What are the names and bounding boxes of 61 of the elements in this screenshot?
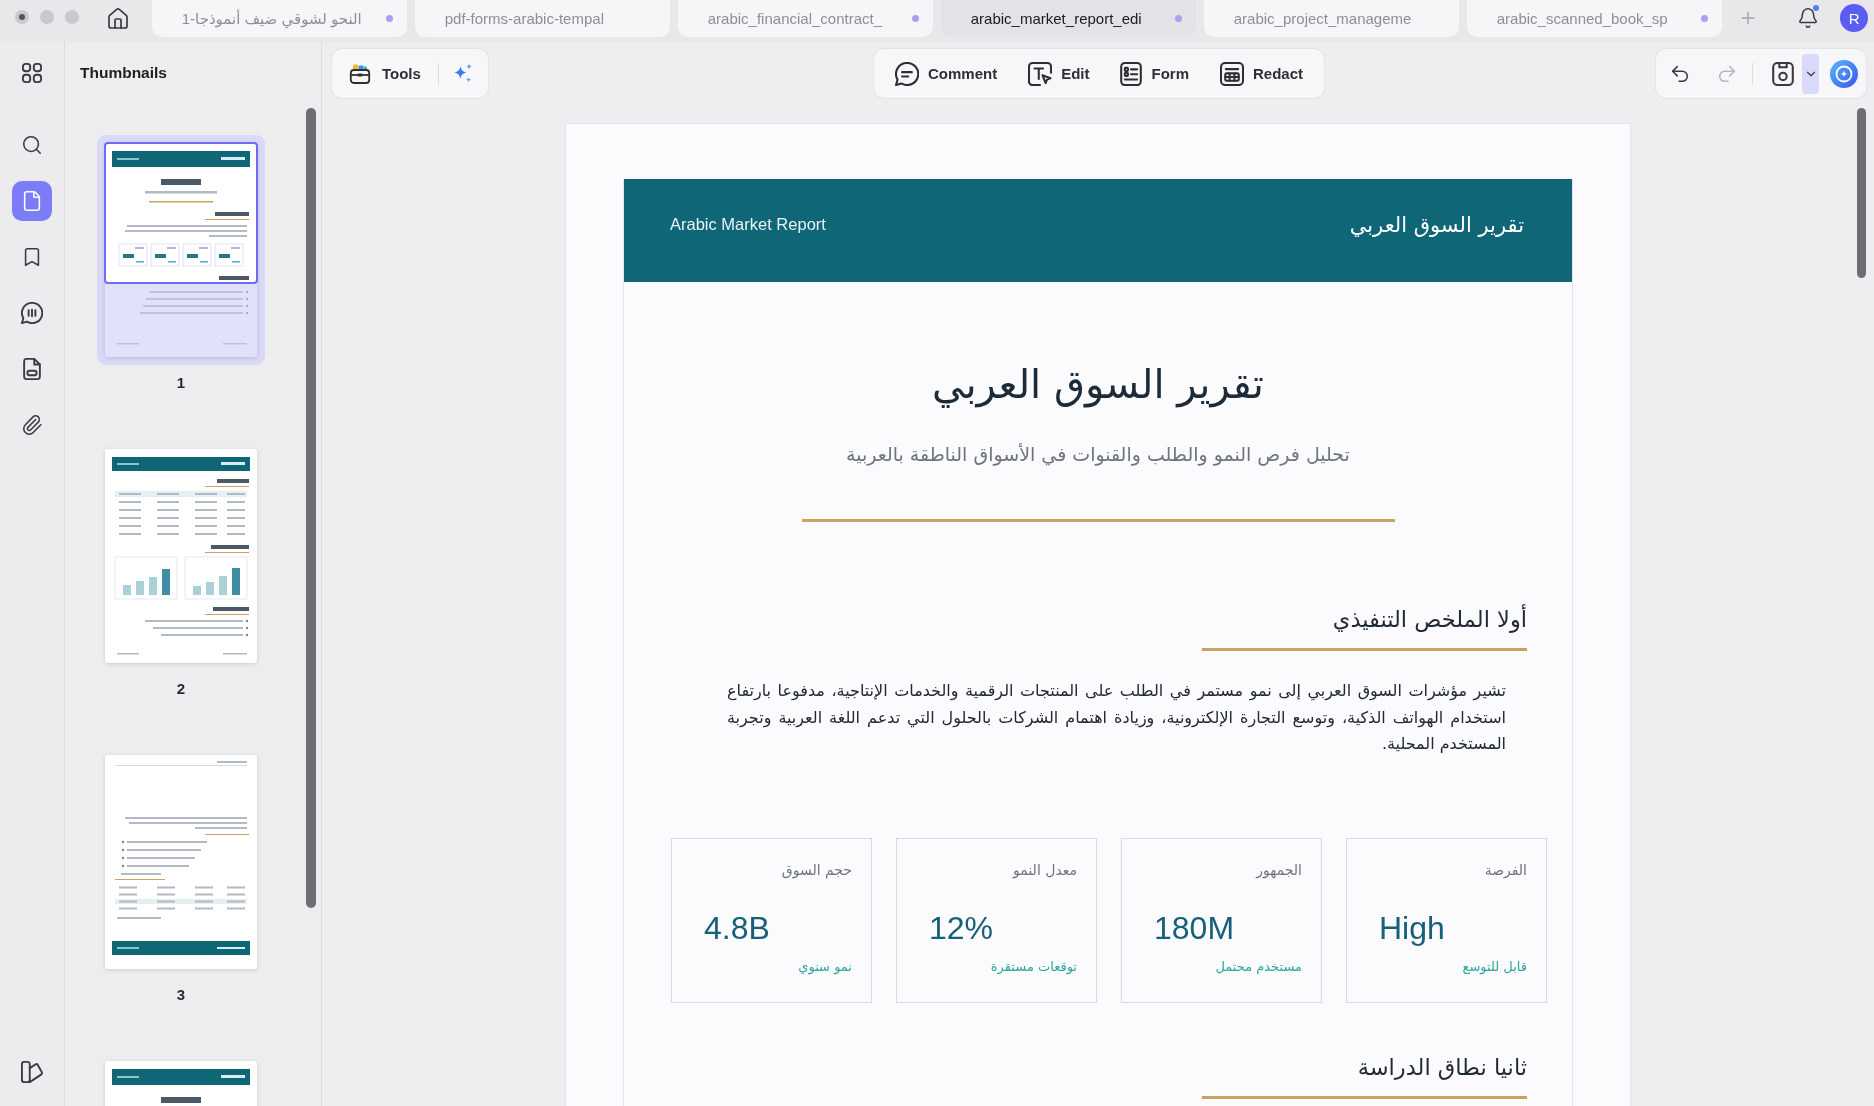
metric-value: 4.8B <box>704 908 770 948</box>
metric-label: معدل النمو <box>1013 860 1077 879</box>
bell-icon <box>1797 7 1820 29</box>
tab-title: arabic_financial_contract_ <box>707 10 883 27</box>
header-title: Arabic Market Report <box>670 215 826 234</box>
page-number: 1 <box>176 373 186 393</box>
header-title: تقرير السوق العربي <box>1349 212 1524 237</box>
grid-icon <box>22 63 42 83</box>
user-avatar[interactable]: R <box>1840 4 1868 32</box>
notifications-button[interactable] <box>1796 5 1821 31</box>
document-icon <box>23 358 41 380</box>
metric-note: مستخدم محتمل <box>1215 957 1302 976</box>
tab-title: pdf-forms-arabic-tempal <box>444 10 604 27</box>
assistant-icon <box>1830 59 1858 88</box>
pages-button[interactable] <box>12 181 52 221</box>
home-button[interactable] <box>105 6 131 32</box>
metric-value: 12% <box>929 908 994 948</box>
metric-value: 180M <box>1154 908 1235 948</box>
toolbar-mode-button[interactable]: Edit <box>1021 53 1097 94</box>
search-icon <box>21 134 43 156</box>
home-icon <box>105 7 130 31</box>
page-number: 2 <box>176 679 186 699</box>
page-thumbnail-drawing[interactable] <box>105 755 257 969</box>
metric-value: High <box>1379 908 1445 948</box>
metric-note: قابل للتوسع <box>1462 957 1527 976</box>
document-tab[interactable]: arabic_market_report_edi <box>940 0 1196 37</box>
page-icon <box>21 190 43 212</box>
page-thumbnail-drawing[interactable] <box>105 449 257 663</box>
toolbar-mode-button[interactable]: Comment <box>887 53 1005 94</box>
metric-note: توقعات مستقرة <box>990 957 1077 976</box>
toolbar-mode-button[interactable]: Form <box>1113 53 1196 94</box>
form-icon <box>1120 61 1143 86</box>
report-subtitle: تحليل فرص النمو والطلب والقنوات في الأسواق الناطقة بالعربية <box>846 442 1350 468</box>
text-cursor-icon <box>1028 61 1053 86</box>
tools-button[interactable]: Tools <box>348 61 421 86</box>
close-dot-icon <box>19 14 25 20</box>
metric-label: حجم السوق <box>781 860 852 879</box>
tab-title: النحو لشوقي ضيف أنموذجا-1 <box>181 9 362 28</box>
section-heading: أولا الملخص التنفيذي <box>1332 603 1527 635</box>
comment-icon <box>21 302 43 324</box>
window-close-button[interactable] <box>15 10 29 24</box>
tab-title: arabic_market_report_edi <box>970 10 1142 27</box>
assistant-button[interactable] <box>1830 59 1858 88</box>
paperclip-icon <box>21 414 43 436</box>
section-heading: ثانيا نطاق الدراسة <box>1357 1052 1527 1082</box>
books-icon <box>21 1061 43 1083</box>
comment-icon <box>894 61 919 86</box>
metric-label: الفرصة <box>1484 860 1527 879</box>
save-icon <box>1772 61 1794 86</box>
paragraph: تشير مؤشرات السوق العربي إلى نمو مستمر في الطلب على المنتجات الرقمية والخدمات الإنتاجية، مدفوعا بارتفاع استخدام الهواتف الذكية، وتوسع التجارة الإلكترونية، وزيادة اهتمام الشركات بالحلول التي تدعم اللغة العربية وتجربة المستخدم المحلية. <box>727 680 1506 755</box>
page-number: 3 <box>176 985 186 1005</box>
save-button[interactable] <box>1771 61 1795 86</box>
page-thumbnail-drawing[interactable] <box>105 143 257 357</box>
toolbar-mode-button[interactable]: Redact <box>1213 53 1310 94</box>
tab-title: arabic_scanned_book_sp <box>1496 10 1668 27</box>
report-title: تقرير السوق العربي <box>932 360 1264 410</box>
panel-title: Thumbnails <box>80 64 167 82</box>
tab-title: arabic_project_manageme <box>1233 10 1412 27</box>
metric-label: الجمهور <box>1256 860 1302 879</box>
redact-icon <box>1220 61 1244 86</box>
metric-note: نمو سنوي <box>798 957 852 976</box>
